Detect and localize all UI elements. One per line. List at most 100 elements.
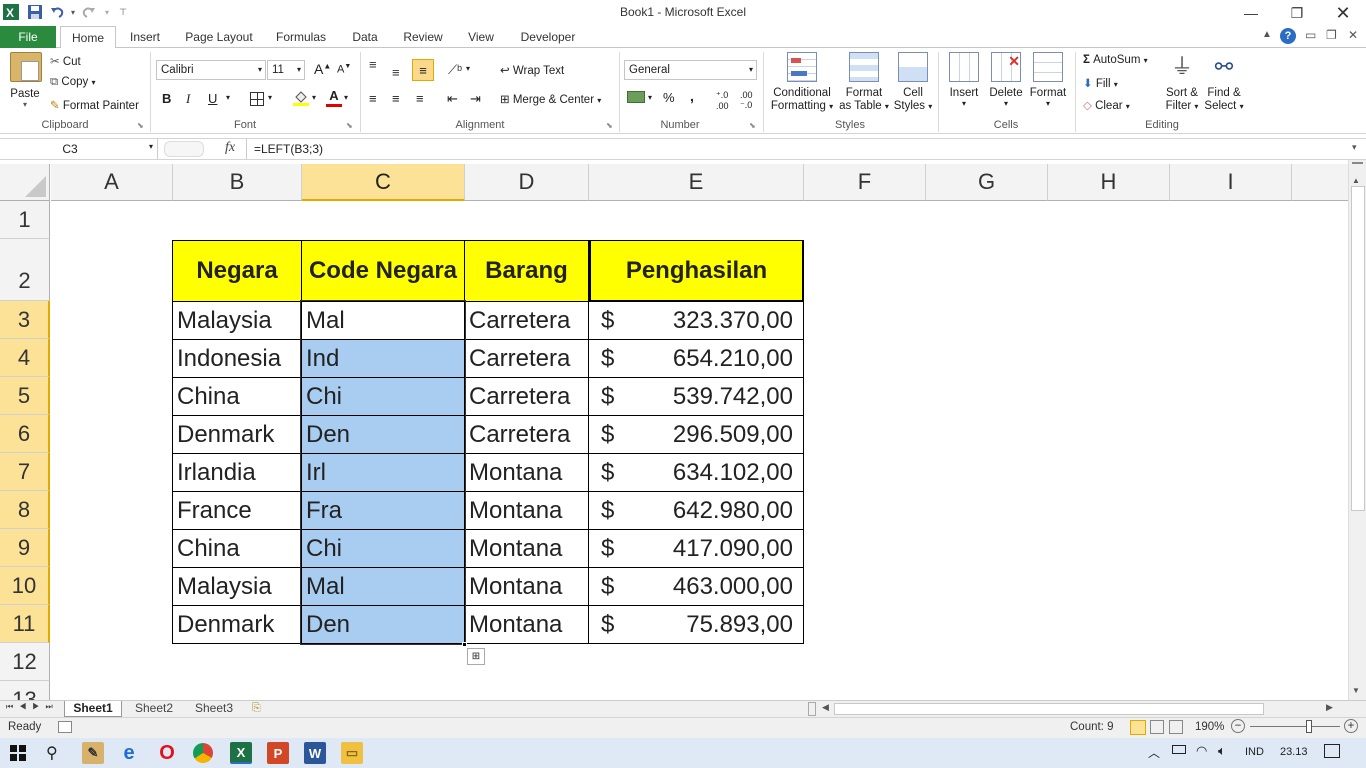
column-header-g[interactable]: G [926, 164, 1048, 201]
header-cell-negara[interactable]: Negara [173, 241, 302, 302]
number-format-select[interactable]: General ▾ [624, 60, 757, 80]
column-header-i[interactable]: I [1170, 164, 1292, 201]
cell-negara[interactable]: Malaysia [173, 302, 302, 340]
cut-button[interactable]: ✂ Cut [50, 54, 81, 68]
percent-button[interactable]: % [663, 90, 675, 105]
align-bottom-icon[interactable]: ≡ [412, 59, 434, 81]
fill-color-dropdown-icon[interactable]: ▾ [312, 93, 316, 102]
row-header-2[interactable]: 2 [0, 239, 50, 301]
name-box[interactable]: C3 ▾ [0, 139, 158, 159]
delete-cells-button[interactable]: ✕ Delete ▾ [986, 52, 1026, 108]
row-header-7[interactable]: 7 [0, 453, 50, 491]
clipboard-launcher-icon[interactable]: ⬊ [137, 121, 144, 130]
decrease-decimal-icon[interactable]: .00 ⁻.0 [740, 90, 753, 111]
cell-penghasilan[interactable]: $463.000,00 [589, 568, 804, 606]
row-header-6[interactable]: 6 [0, 415, 50, 453]
row-header-9[interactable]: 9 [0, 529, 50, 567]
sheet-nav-icons[interactable]: ⏮◀▶⏭ [6, 702, 59, 712]
formula-bar-resize-handle[interactable] [164, 141, 204, 157]
cell-penghasilan[interactable]: $417.090,00 [589, 530, 804, 568]
wrap-text-button[interactable]: ↩ Wrap Text [500, 63, 564, 77]
sheet-tab-sheet1[interactable]: Sheet1 [64, 701, 122, 717]
horizontal-scroll-thumb[interactable] [834, 703, 1264, 715]
currency-icon[interactable] [627, 91, 645, 103]
row-header-12[interactable]: 12 [0, 643, 50, 681]
header-cell-barang[interactable]: Barang [465, 241, 589, 302]
cell-barang[interactable]: Carretera [465, 378, 589, 416]
sort-filter-button[interactable]: ⏚ Sort & Filter ▾ [1160, 52, 1204, 113]
workbook-restore-icon[interactable]: ❐ [1326, 28, 1337, 42]
minimize-button[interactable]: — [1228, 0, 1274, 26]
tab-formulas[interactable]: Formulas [270, 26, 332, 48]
find-select-button[interactable]: ⚯ Find & Select ▾ [1202, 52, 1246, 113]
increase-decimal-icon[interactable]: ⁺.0.00 [716, 90, 729, 111]
zoom-out-icon[interactable]: − [1231, 719, 1245, 733]
bold-button[interactable]: B [162, 91, 171, 106]
clear-button[interactable]: ◇ Clear ▾ [1083, 98, 1130, 112]
normal-view-icon[interactable] [1130, 720, 1146, 735]
cell-barang[interactable]: Carretera [465, 416, 589, 454]
tool-app-icon[interactable]: ✎ [82, 742, 104, 764]
row-header-4[interactable]: 4 [0, 339, 50, 377]
battery-icon[interactable] [1172, 745, 1186, 754]
cell-code-negara[interactable]: Chi [302, 378, 465, 416]
italic-button[interactable]: I [186, 91, 190, 107]
row-header-3[interactable]: 3 [0, 301, 50, 339]
sheet-tab-sheet2[interactable]: Sheet2 [126, 701, 182, 717]
chrome-icon[interactable] [193, 743, 213, 763]
help-icon[interactable]: ? [1280, 28, 1296, 44]
expand-formula-bar-icon[interactable]: ▾ [1352, 142, 1357, 153]
cell-code-negara[interactable]: Fra [302, 492, 465, 530]
fill-handle[interactable] [462, 642, 467, 647]
cell-code-negara[interactable]: Den [302, 416, 465, 454]
cell-penghasilan[interactable]: $539.742,00 [589, 378, 804, 416]
align-top-icon[interactable]: ≡ [369, 58, 377, 71]
cell-barang[interactable]: Montana [465, 606, 589, 644]
zoom-slider-thumb[interactable] [1306, 720, 1312, 733]
conditional-formatting-button[interactable]: Conditional Formatting ▾ [769, 52, 835, 113]
cell-penghasilan[interactable]: $634.102,00 [589, 454, 804, 492]
scroll-down-icon[interactable]: ▼ [1352, 686, 1360, 695]
windows-start-icon[interactable] [10, 745, 26, 761]
cell-barang[interactable]: Carretera [465, 302, 589, 340]
tray-chevron-icon[interactable]: ︿ [1148, 744, 1160, 761]
workbook-minimize-icon[interactable]: ▭ [1305, 28, 1316, 42]
zoom-slider-track[interactable] [1250, 726, 1340, 727]
tab-file[interactable]: File [0, 26, 56, 48]
powerpoint-icon[interactable]: P [267, 742, 289, 764]
row-header-11[interactable]: 11 [0, 605, 50, 643]
font-color-icon[interactable]: A [326, 89, 342, 107]
clock[interactable]: 23.13 [1280, 746, 1308, 758]
grow-font-icon[interactable]: A▲ [314, 61, 331, 77]
autosum-button[interactable]: Σ AutoSum ▾ [1083, 54, 1148, 66]
tab-data[interactable]: Data [344, 26, 386, 48]
row-header-10[interactable]: 10 [0, 567, 50, 605]
column-header-e[interactable]: E [589, 164, 804, 201]
cell-negara[interactable]: Malaysia [173, 568, 302, 606]
number-launcher-icon[interactable]: ⬊ [749, 121, 756, 130]
column-header-a[interactable]: A [51, 164, 173, 201]
workbook-close-icon[interactable]: ✕ [1348, 28, 1358, 42]
cell-negara[interactable]: Denmark [173, 416, 302, 454]
page-layout-view-icon[interactable] [1150, 720, 1164, 734]
insert-cells-button[interactable]: Insert ▾ [944, 52, 984, 108]
paste-button[interactable]: Paste ▾ [8, 52, 42, 109]
cell-negara[interactable]: France [173, 492, 302, 530]
vertical-scroll-thumb[interactable] [1351, 186, 1365, 511]
row-header-5[interactable]: 5 [0, 377, 50, 415]
formula-input[interactable]: =LEFT(B3;3) [246, 139, 1346, 159]
font-name-select[interactable]: Calibri ▾ [156, 60, 266, 80]
tab-insert[interactable]: Insert [122, 26, 168, 48]
cell-styles-button[interactable]: Cell Styles ▾ [892, 52, 934, 113]
merge-center-button[interactable]: ⊞ Merge & Center ▾ [500, 92, 601, 106]
cell-code-negara[interactable]: Ind [302, 340, 465, 378]
cell-barang[interactable]: Montana [465, 530, 589, 568]
volume-icon[interactable]: 🔈︎ [1218, 743, 1226, 759]
insert-sheet-icon[interactable]: ⎘ [252, 702, 261, 715]
cell-negara[interactable]: Indonesia [173, 340, 302, 378]
insert-function-icon[interactable]: fx [225, 140, 235, 156]
font-size-select[interactable]: 11 ▾ [267, 60, 305, 80]
row-header-13[interactable]: 13 [0, 681, 50, 700]
cell-barang[interactable]: Montana [465, 492, 589, 530]
worksheet-grid[interactable]: A B C D E F G H I 1 2 3 4 5 6 7 8 9 10 1… [0, 164, 1348, 700]
